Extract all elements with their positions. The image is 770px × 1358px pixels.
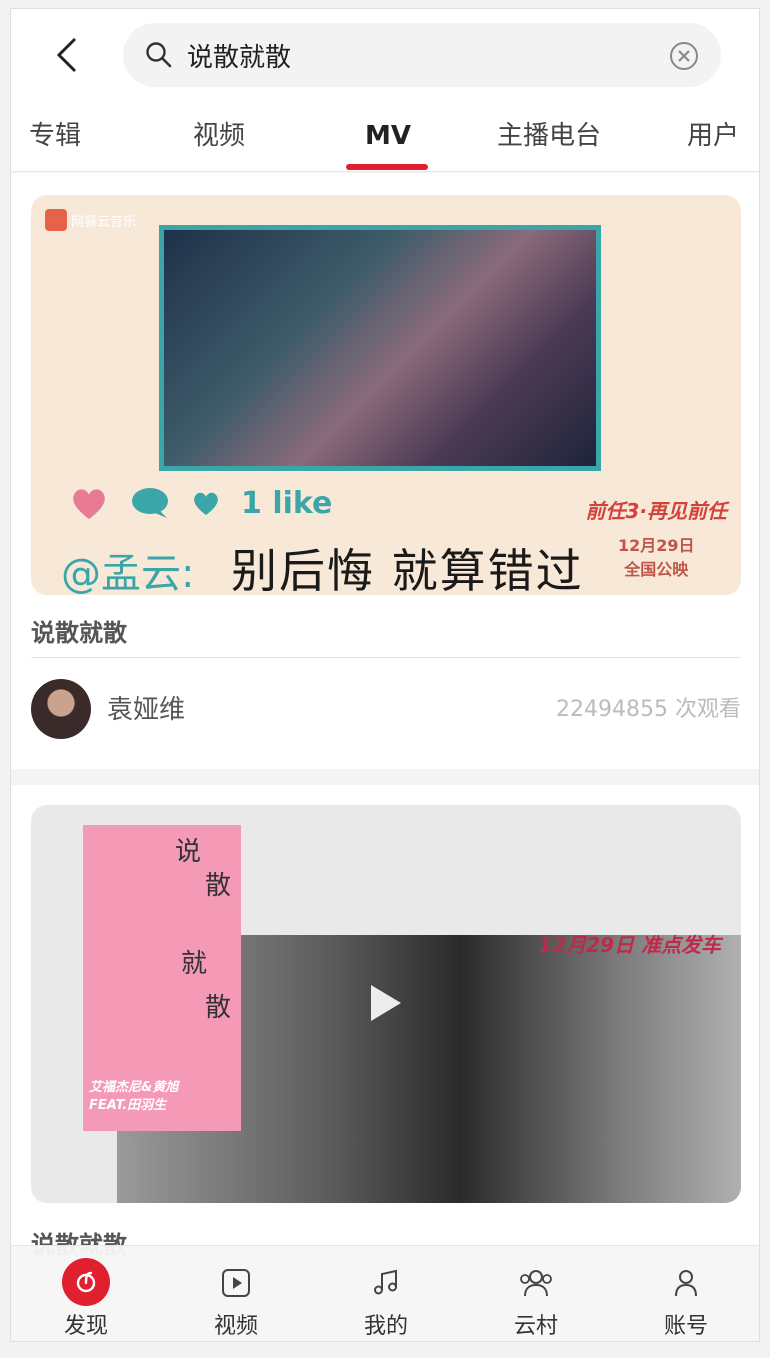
watermark: 网易云音乐	[45, 209, 136, 231]
nav-label: 我的	[363, 1314, 408, 1339]
search-query-text: 说散就散	[187, 43, 292, 73]
poster-char: 就	[181, 949, 208, 979]
divider	[31, 657, 741, 658]
user-icon	[661, 1260, 711, 1306]
netease-music-icon	[62, 1258, 110, 1306]
heart-icon	[73, 489, 105, 519]
search-header: 说散就散	[11, 9, 759, 104]
category-tabs: 专辑 视频 MV 主播电台 用户	[11, 104, 759, 172]
chevron-left-icon	[56, 37, 77, 73]
video-play-icon	[211, 1260, 261, 1306]
mv-result-card[interactable]: 网易云音乐 1 like @孟云: 别后悔 就算错过 前任3·再见前任 12月2…	[11, 173, 759, 769]
nav-account[interactable]: 账号	[611, 1246, 759, 1341]
music-note-icon	[361, 1260, 411, 1306]
mv-thumbnail[interactable]: 说 散 就 散 艾福杰尼&黄旭 FEAT.田羽生 12月29日 准点发车	[31, 805, 741, 1203]
search-icon	[146, 42, 172, 68]
mv-title[interactable]: 说散就散	[31, 613, 127, 648]
comment-icon	[132, 488, 168, 518]
artist-name[interactable]: 袁娅维	[107, 689, 185, 726]
search-input[interactable]: 说散就散	[123, 23, 721, 87]
nav-label: 云村	[513, 1314, 558, 1339]
poster-char: 散	[205, 993, 232, 1023]
bottom-tab-bar: 发现 视频 我的 云村 账号	[11, 1245, 759, 1341]
nav-label: 发现	[63, 1314, 108, 1339]
feat-credit: 艾福杰尼&黄旭 FEAT.田羽生	[89, 1080, 179, 1113]
movie-promo: 前任3·再见前任 12月29日 全国公映	[585, 499, 727, 579]
app-screen: 说散就散 专辑 视频 MV 主播电台 用户 网易云音乐 1 like @孟云:	[10, 8, 760, 1342]
tab-video[interactable]: 视频	[193, 114, 245, 158]
active-tab-indicator	[346, 164, 428, 170]
handwritten-caption: 别后悔 就算错过	[231, 544, 584, 595]
play-icon[interactable]	[371, 985, 401, 1021]
nav-video[interactable]: 视频	[161, 1246, 311, 1341]
likes-text: 1 like	[241, 485, 333, 521]
handle-text: @孟云:	[61, 551, 195, 595]
video-frame-image	[159, 225, 601, 471]
nav-label: 账号	[663, 1314, 708, 1339]
tab-mv[interactable]: MV	[365, 114, 411, 158]
nav-community[interactable]: 云村	[461, 1246, 611, 1341]
avatar[interactable]	[31, 679, 91, 739]
title-poster-panel: 说 散 就 散 艾福杰尼&黄旭 FEAT.田羽生	[83, 825, 241, 1131]
view-count: 22494855 次观看	[556, 697, 741, 722]
clear-icon[interactable]	[669, 41, 699, 71]
poster-char: 说	[175, 837, 202, 867]
tab-radio[interactable]: 主播电台	[497, 114, 601, 158]
mv-thumbnail[interactable]: 网易云音乐 1 like @孟云: 别后悔 就算错过 前任3·再见前任 12月2…	[31, 195, 741, 595]
social-icons-row: 1 like	[69, 485, 332, 521]
netease-logo-icon	[45, 209, 67, 231]
mv-result-card[interactable]: 说 散 就 散 艾福杰尼&黄旭 FEAT.田羽生 12月29日 准点发车 说散就…	[11, 785, 759, 1265]
back-button[interactable]	[47, 33, 87, 77]
poster-char: 散	[205, 871, 232, 901]
release-date-text: 12月29日 准点发车	[538, 933, 721, 957]
group-icon	[511, 1260, 561, 1306]
nav-label: 视频	[213, 1314, 258, 1339]
tab-album[interactable]: 专辑	[29, 114, 81, 158]
tab-users[interactable]: 用户	[687, 114, 739, 158]
nav-mine[interactable]: 我的	[311, 1246, 461, 1341]
small-heart-icon	[194, 492, 218, 515]
nav-discover[interactable]: 发现	[11, 1246, 161, 1341]
